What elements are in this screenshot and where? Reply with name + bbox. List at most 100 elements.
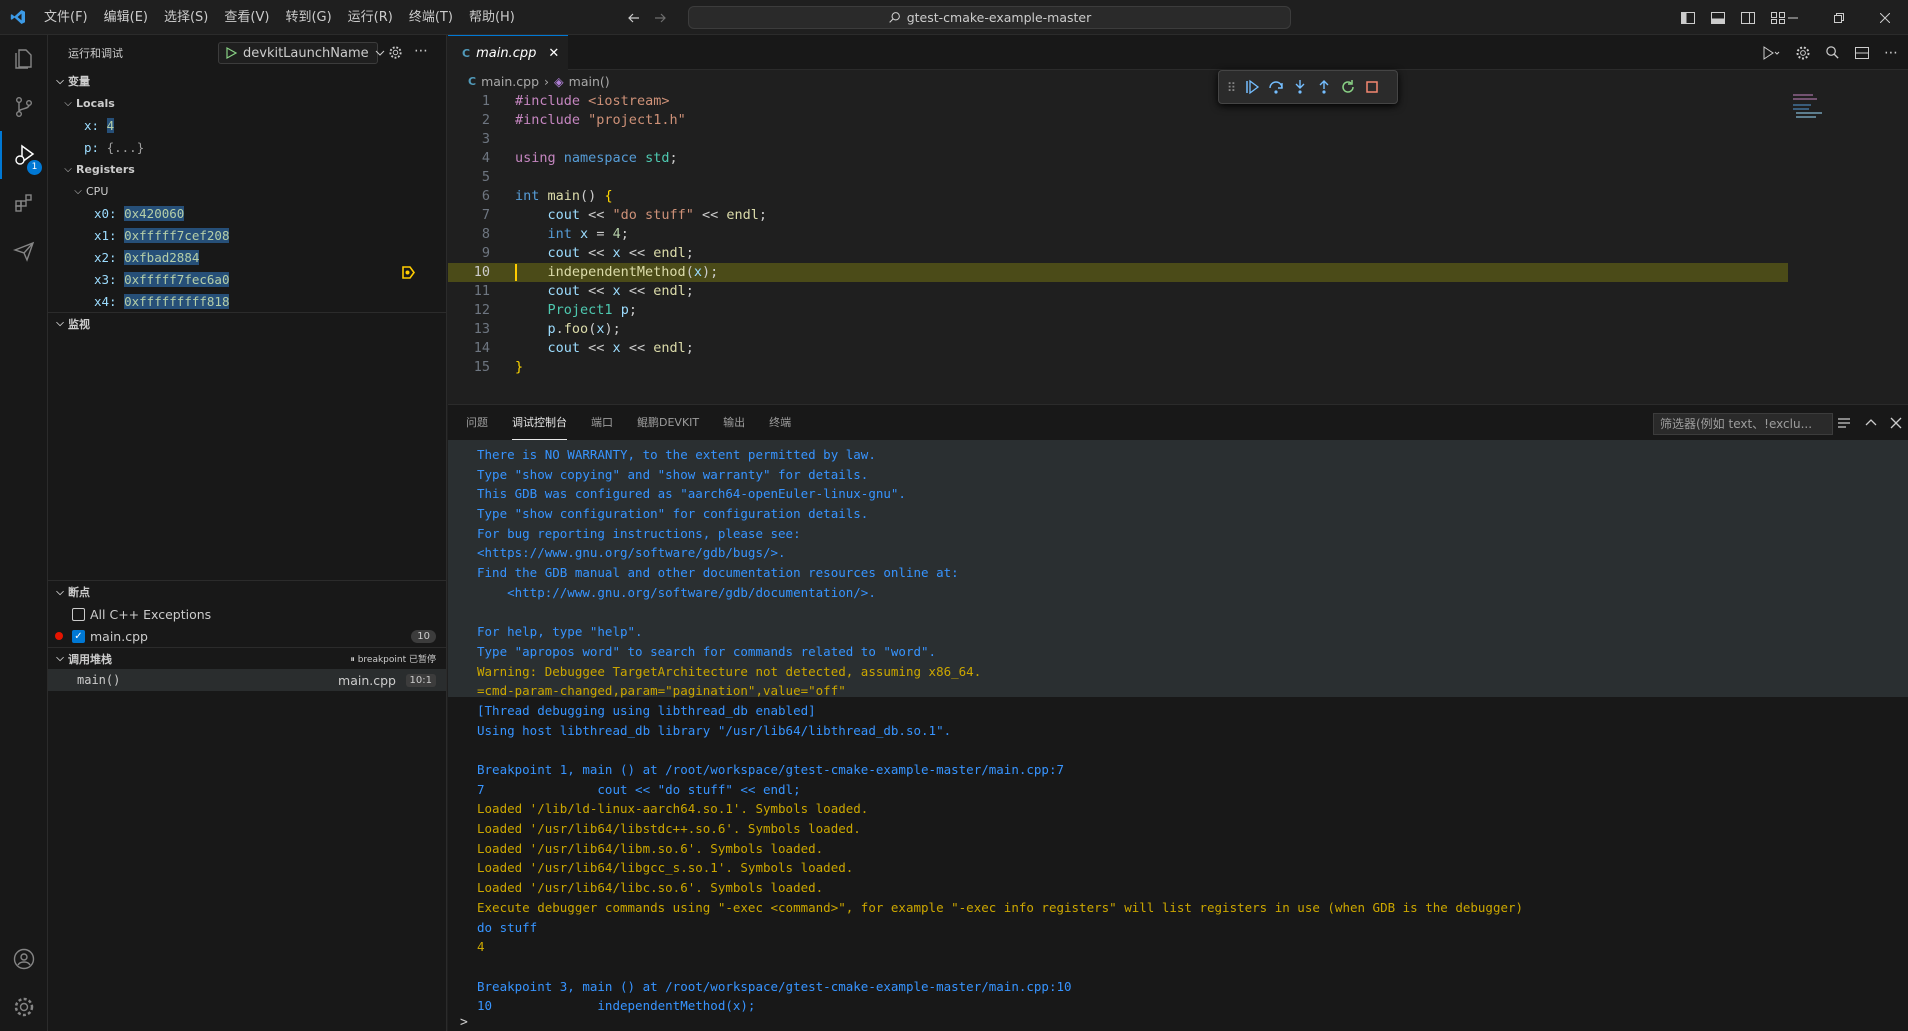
open-launch-json-gear-icon[interactable] xyxy=(388,45,403,60)
code-line[interactable]: 3 xyxy=(448,130,1788,149)
breakpoint-row[interactable]: All C++ Exceptions xyxy=(48,603,446,625)
command-center-search[interactable]: gtest-cmake-example-master xyxy=(688,6,1291,29)
breadcrumb-symbol[interactable]: main() xyxy=(569,74,610,89)
code-line-text[interactable]: #include "project1.h" xyxy=(515,111,686,130)
run-dropdown-icon[interactable] xyxy=(1761,45,1781,61)
settings-gear-icon[interactable] xyxy=(1795,45,1811,61)
minimize-button[interactable] xyxy=(1770,0,1816,35)
registers-scope[interactable]: ⌵ Registers xyxy=(48,158,446,180)
register-row[interactable]: x4: 0xfffffffff818 xyxy=(48,290,446,312)
line-number[interactable]: 4 xyxy=(448,149,490,168)
code-line[interactable]: 15} xyxy=(448,358,1788,377)
send-plugin-icon[interactable] xyxy=(0,227,48,275)
line-number[interactable]: 1 xyxy=(448,92,490,111)
console-prompt[interactable]: > xyxy=(460,1015,468,1030)
code-line-text[interactable]: using namespace std; xyxy=(515,149,678,168)
stop-icon[interactable] xyxy=(1364,79,1380,95)
code-line[interactable]: 10 independentMethod(x); xyxy=(402,263,1788,282)
more-actions-icon[interactable]: ⋯ xyxy=(414,43,428,59)
more-actions-icon[interactable]: ⋯ xyxy=(1884,45,1898,61)
step-into-icon[interactable] xyxy=(1292,79,1308,95)
menu-help[interactable]: 帮助(H) xyxy=(461,0,523,35)
search-icon[interactable] xyxy=(1825,45,1840,60)
line-number[interactable]: 12 xyxy=(448,301,490,320)
tab-ports[interactable]: 端口 xyxy=(591,405,613,440)
code-line-text[interactable]: cout << "do stuff" << endl; xyxy=(515,206,767,225)
extensions-icon[interactable] xyxy=(0,179,48,227)
menu-selection[interactable]: 选择(S) xyxy=(156,0,216,35)
code-line[interactable]: 14 cout << x << endl; xyxy=(448,339,1788,358)
tab-debug-console[interactable]: 调试控制台 xyxy=(512,405,567,440)
line-number[interactable]: 8 xyxy=(448,225,490,244)
menu-view[interactable]: 查看(V) xyxy=(216,0,277,35)
restore-button[interactable] xyxy=(1816,0,1862,35)
step-over-icon[interactable] xyxy=(1268,79,1284,95)
breakpoints-section-header[interactable]: ⌵ 断点 xyxy=(48,581,446,603)
line-number[interactable]: 2 xyxy=(448,111,490,130)
code-line-text[interactable]: cout << x << endl; xyxy=(515,244,694,263)
cpu-register-group[interactable]: ⌵ CPU xyxy=(48,180,446,202)
code-line-text[interactable]: #include <iostream> xyxy=(515,92,669,111)
code-line[interactable]: 7 cout << "do stuff" << endl; xyxy=(448,206,1788,225)
start-debugging-icon[interactable] xyxy=(225,47,237,59)
launch-config-select[interactable]: devkitLaunchName xyxy=(218,42,384,64)
register-row[interactable]: x0: 0x420060 xyxy=(48,202,446,224)
close-tab-icon[interactable]: ✕ xyxy=(548,46,559,61)
code-line-text[interactable]: cout << x << endl; xyxy=(515,282,694,301)
code-line[interactable]: 13 p.foo(x); xyxy=(448,320,1788,339)
line-number[interactable]: 7 xyxy=(448,206,490,225)
line-number[interactable]: 5 xyxy=(448,168,490,187)
maximize-panel-icon[interactable] xyxy=(1864,416,1878,430)
code-line[interactable]: 8 int x = 4; xyxy=(448,225,1788,244)
tab-output[interactable]: 输出 xyxy=(723,405,745,440)
split-editor-icon[interactable] xyxy=(1854,45,1870,61)
explorer-icon[interactable] xyxy=(0,35,48,83)
code-line-text[interactable]: int main() { xyxy=(515,187,613,206)
code-line[interactable]: 11 cout << x << endl; xyxy=(448,282,1788,301)
variables-section-header[interactable]: ⌵ 变量 xyxy=(48,70,446,92)
code-line-text[interactable]: cout << x << endl; xyxy=(515,339,694,358)
continue-icon[interactable] xyxy=(1244,79,1260,95)
drag-handle-icon[interactable]: ⠿ xyxy=(1227,80,1236,95)
breakpoint-checkbox[interactable]: ✓ xyxy=(72,629,85,643)
line-number[interactable]: 14 xyxy=(448,339,490,358)
register-row[interactable]: x3: 0xfffff7fec6a0 xyxy=(48,268,446,290)
tab-problems[interactable]: 问题 xyxy=(466,405,488,440)
callstack-frame[interactable]: main() main.cpp 10:1 xyxy=(48,669,446,691)
toggle-panel-icon[interactable] xyxy=(1710,10,1726,26)
breadcrumb-file[interactable]: main.cpp xyxy=(481,74,539,89)
code-line-text[interactable]: p.foo(x); xyxy=(515,320,621,339)
breakpoint-checkbox[interactable] xyxy=(72,607,85,621)
breakpoint-row[interactable]: ✓ main.cpp 10 xyxy=(48,625,446,647)
menu-run[interactable]: 运行(R) xyxy=(340,0,401,35)
line-number[interactable]: 13 xyxy=(448,320,490,339)
line-number[interactable]: 10 xyxy=(448,263,490,282)
code-line[interactable]: 12 Project1 p; xyxy=(448,301,1788,320)
code-line[interactable]: 9 cout << x << endl; xyxy=(448,244,1788,263)
line-number[interactable]: 6 xyxy=(448,187,490,206)
line-number[interactable]: 15 xyxy=(448,358,490,377)
code-line[interactable]: 1 #include <iostream> xyxy=(448,92,1788,111)
code-line-text[interactable]: independentMethod(x); xyxy=(515,263,719,282)
menu-go[interactable]: 转到(G) xyxy=(277,0,339,35)
minimap[interactable] xyxy=(1793,92,1873,132)
toggle-secondary-sidebar-icon[interactable] xyxy=(1740,10,1756,26)
code-line[interactable]: 4 using namespace std; xyxy=(448,149,1788,168)
menu-edit[interactable]: 编辑(E) xyxy=(96,0,156,35)
toggle-primary-sidebar-icon[interactable] xyxy=(1680,10,1696,26)
register-row[interactable]: x2: 0xfbad2884 xyxy=(48,246,446,268)
accounts-icon[interactable] xyxy=(0,935,48,983)
register-row[interactable]: x1: 0xfffff7cef208 xyxy=(48,224,446,246)
tab-terminal[interactable]: 终端 xyxy=(769,405,791,440)
menu-terminal[interactable]: 终端(T) xyxy=(401,0,461,35)
code-line[interactable]: 5 xyxy=(448,168,1788,187)
menu-file[interactable]: 文件(F) xyxy=(36,0,96,35)
code-line[interactable]: 2 #include "project1.h" xyxy=(448,111,1788,130)
code-line-text[interactable]: Project1 p; xyxy=(515,301,637,320)
tab-main-cpp[interactable]: C main.cpp ✕ xyxy=(448,35,568,70)
restart-icon[interactable] xyxy=(1340,79,1356,95)
console-filter-input[interactable]: 筛选器(例如 text、!exclu... xyxy=(1653,413,1833,435)
code-line-text[interactable]: int x = 4; xyxy=(515,225,629,244)
back-arrow-icon[interactable] xyxy=(626,10,642,26)
code-editor[interactable]: 1 #include <iostream> 2 #include "project1.… xyxy=(402,92,1908,404)
